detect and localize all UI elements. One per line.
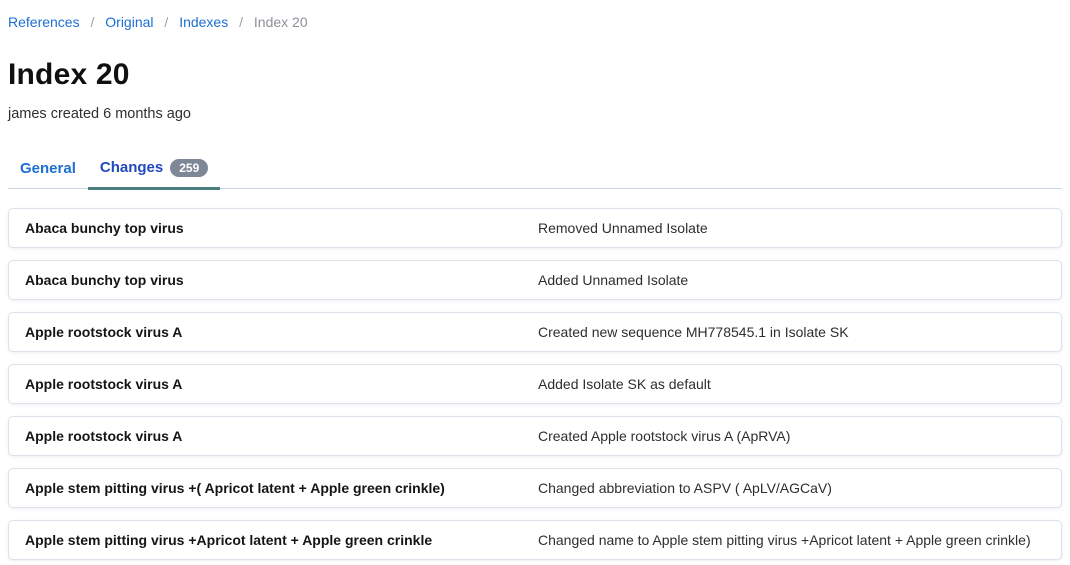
change-row: Apple rootstock virus A Created Apple ro… [8,415,1062,456]
tab-changes[interactable]: Changes 259 [87,151,221,190]
tab-general-label: General [20,159,76,177]
breadcrumb-separator: / [239,14,244,30]
page-title: Index 20 [8,57,130,91]
breadcrumb: References / Original / Indexes / Index … [8,0,1062,31]
breadcrumb-separator: / [90,14,95,30]
change-description: Created new sequence MH778545.1 in Isola… [538,323,849,340]
change-row: Abaca bunchy top virus Added Unnamed Iso… [8,259,1062,300]
change-description: Removed Unnamed Isolate [538,219,708,236]
change-row: Apple rootstock virus A Added Isolate SK… [8,363,1062,404]
breadcrumb-link-references[interactable]: References [8,14,80,30]
change-description: Created Apple rootstock virus A (ApRVA) [538,427,791,444]
change-description: Changed name to Apple stem pitting virus… [538,531,1031,548]
change-row: Apple stem pitting virus +( Apricot late… [8,467,1062,508]
created-attribution: james created 6 months ago [8,105,191,122]
change-otu-name: Apple rootstock virus A [25,323,183,340]
change-otu-name: Abaca bunchy top virus [25,219,184,236]
change-list: Abaca bunchy top virus Removed Unnamed I… [8,207,1062,560]
change-description: Added Unnamed Isolate [538,271,689,288]
change-otu-name: Apple stem pitting virus +Apricot latent… [25,531,433,548]
change-otu-name: Apple rootstock virus A [25,427,183,444]
tab-changes-label: Changes [99,159,164,177]
breadcrumb-current-index: Index 20 [253,14,308,30]
breadcrumb-link-indexes[interactable]: Indexes [179,14,228,30]
change-otu-name: Apple stem pitting virus +( Apricot late… [25,479,445,496]
change-row: Abaca bunchy top virus Removed Unnamed I… [8,207,1062,248]
change-description: Changed abbreviation to ASPV ( ApLV/AGCa… [538,479,832,496]
breadcrumb-separator: / [164,14,169,30]
change-row: Apple stem pitting virus +Apricot latent… [8,519,1062,560]
changes-count-badge: 259 [170,158,209,177]
change-description: Added Isolate SK as default [538,375,711,392]
tab-general[interactable]: General [8,152,88,190]
index-detail-page: References / Original / Indexes / Index … [0,0,1070,560]
change-otu-name: Apple rootstock virus A [25,375,183,392]
change-otu-name: Abaca bunchy top virus [25,271,184,288]
breadcrumb-link-original[interactable]: Original [105,14,153,30]
tab-bar: General Changes 259 [8,151,1062,190]
change-row: Apple rootstock virus A Created new sequ… [8,311,1062,352]
